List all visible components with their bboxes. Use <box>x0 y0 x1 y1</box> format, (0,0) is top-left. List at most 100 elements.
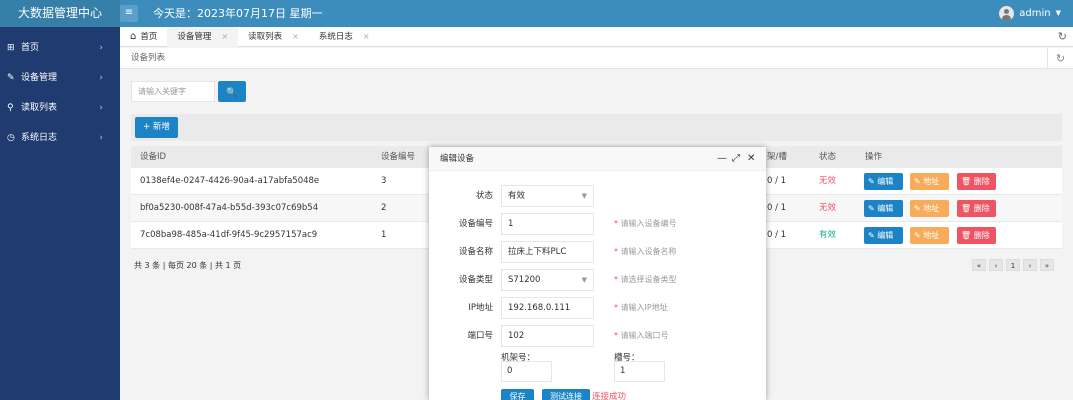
field-label: 设备编号 <box>458 219 493 229</box>
content-header: 设备列表 ↻ <box>120 48 1073 69</box>
field-hint: * 请输入设备编号 <box>614 213 677 235</box>
field-hint: * 请输入端口号 <box>614 325 669 347</box>
delete-label: 删除 <box>973 177 990 186</box>
pagination: « ‹ 1 › » <box>972 259 1054 271</box>
field-label: 设备类型 <box>458 275 493 285</box>
ip-address-field[interactable]: 192.168.0.111 <box>501 297 594 319</box>
test-connection-button[interactable]: 测试连接 <box>542 389 590 400</box>
minimize-icon[interactable]: — <box>717 147 727 171</box>
chevron-right-icon: › <box>99 43 103 53</box>
device-name-field[interactable]: 拉床上下料PLC <box>501 241 594 263</box>
edit-icon: ✎ <box>914 177 924 186</box>
sidebar-item-label: 首页 <box>21 43 40 53</box>
required-mark: * <box>614 247 618 256</box>
field-label: 状态 <box>475 191 493 201</box>
rack-slot: 0 / 1 <box>767 203 787 213</box>
edit-icon: ✎ <box>914 231 924 240</box>
sidebar-item-label: 系统日志 <box>21 133 58 143</box>
chevron-right-icon: › <box>99 133 103 143</box>
search-input[interactable]: 请输入关键字 <box>131 81 215 102</box>
trash-icon: 🗑 <box>961 231 974 240</box>
sidebar-item-logs[interactable]: ◷ 系统日志 › <box>0 123 120 153</box>
home-icon: ⌂ <box>130 31 137 42</box>
chevron-down-icon[interactable]: ▼ <box>1056 0 1061 27</box>
edit-label: 编辑 <box>877 231 894 240</box>
sidebar-item-devices[interactable]: ✎ 设备管理 › <box>0 63 120 93</box>
edit-icon: ✎ <box>7 73 15 83</box>
edit-label: 编辑 <box>877 177 894 186</box>
chevron-down-icon: ▼ <box>581 276 587 284</box>
tab-home[interactable]: ⌂ 首页 <box>120 27 167 47</box>
close-icon[interactable]: × <box>221 27 228 47</box>
close-icon[interactable]: ✕ <box>747 147 755 171</box>
avatar[interactable] <box>999 6 1015 21</box>
column-header: 操作 <box>865 152 883 162</box>
username[interactable]: admin <box>1019 0 1050 27</box>
page-1-button[interactable]: 1 <box>1006 259 1020 271</box>
address-label: 地址 <box>923 204 940 213</box>
edit-icon: ✎ <box>868 231 878 240</box>
close-icon[interactable]: × <box>363 27 370 47</box>
delete-button[interactable]: 🗑 删除 <box>957 200 996 217</box>
address-button[interactable]: ✎ 地址 <box>910 173 949 190</box>
device-type-row: 设备类型 S71200 ▼ * 请选择设备类型 <box>429 269 766 291</box>
first-page-button[interactable]: « <box>972 259 986 271</box>
field-label: 设备名称 <box>458 247 493 257</box>
page-title: 设备列表 <box>131 53 166 63</box>
modal-title: 编辑设备 <box>440 154 475 164</box>
field-hint: * 请输入设备名称 <box>614 241 677 263</box>
tab-devices[interactable]: 设备管理 × <box>167 27 239 47</box>
user-menu[interactable]: admin ▼ <box>999 0 1061 27</box>
edit-button[interactable]: ✎ 编辑 <box>864 173 903 190</box>
device-type-select[interactable]: S71200 ▼ <box>501 269 594 291</box>
device-id: 0138ef4e-0247-4426-90a4-a17abfa5048e <box>140 176 320 186</box>
hint-text: 请选择设备类型 <box>620 275 677 284</box>
edit-button[interactable]: ✎ 编辑 <box>864 200 903 217</box>
device-id: 7c08ba98-485a-41df-9f45-9c2957157ac9 <box>140 230 318 240</box>
rack-field[interactable]: 0 <box>501 361 552 382</box>
address-button[interactable]: ✎ 地址 <box>910 227 949 244</box>
maximize-icon[interactable]: ⤢ <box>732 147 740 171</box>
rack-slot: 0 / 1 <box>767 230 787 240</box>
reload-icon[interactable]: ↻ <box>1047 48 1073 69</box>
device-id: bf0a5230-008f-47a4-b55d-393c07c69b54 <box>140 203 319 213</box>
hint-text: 请输入端口号 <box>620 331 669 340</box>
save-button[interactable]: 保存 <box>501 389 534 400</box>
close-icon[interactable]: × <box>292 27 299 47</box>
search-icon: 🔍 <box>226 88 238 98</box>
delete-button[interactable]: 🗑 删除 <box>957 227 996 244</box>
required-mark: * <box>614 219 618 228</box>
port-field[interactable]: 102 <box>501 325 594 347</box>
sidebar-item-label: 设备管理 <box>21 73 58 83</box>
app-title: 大数据管理中心 <box>0 0 120 27</box>
prev-page-button[interactable]: ‹ <box>989 259 1003 271</box>
search-button[interactable]: 🔍 <box>218 81 246 102</box>
next-page-button[interactable]: › <box>1023 259 1037 271</box>
tab-label: 首页 <box>140 32 158 42</box>
status-row: 状态 有效 ▼ <box>429 185 766 207</box>
hint-text: 请输入IP地址 <box>620 303 668 312</box>
delete-button[interactable]: 🗑 删除 <box>957 173 996 190</box>
connection-status: 连接成功 <box>592 392 627 400</box>
refresh-icon[interactable]: ↻ <box>1058 30 1067 43</box>
tab-read-list[interactable]: 读取列表 × <box>238 27 309 47</box>
required-mark: * <box>614 275 618 284</box>
ip-row: IP地址 192.168.0.111 * 请输入IP地址 <box>429 297 766 319</box>
menu-toggle-icon[interactable]: ≡ <box>120 5 138 22</box>
select-value: 有效 <box>508 191 526 201</box>
last-page-button[interactable]: » <box>1040 259 1054 271</box>
sidebar-item-read-list[interactable]: ⚲ 读取列表 › <box>0 93 120 123</box>
address-label: 地址 <box>923 177 940 186</box>
sidebar-item-home[interactable]: ⊞ 首页 › <box>0 33 120 63</box>
link-icon: ⚲ <box>7 103 14 113</box>
address-button[interactable]: ✎ 地址 <box>910 200 949 217</box>
device-code-field[interactable]: 1 <box>501 213 594 235</box>
tab-logs[interactable]: 系统日志 × <box>309 27 380 47</box>
trash-icon: 🗑 <box>961 204 974 213</box>
device-code: 1 <box>381 230 387 240</box>
add-button[interactable]: + 新增 <box>135 117 178 138</box>
status-select[interactable]: 有效 ▼ <box>501 185 594 207</box>
chevron-down-icon: ▼ <box>581 192 587 200</box>
slot-field[interactable]: 1 <box>614 361 665 382</box>
edit-button[interactable]: ✎ 编辑 <box>864 227 903 244</box>
